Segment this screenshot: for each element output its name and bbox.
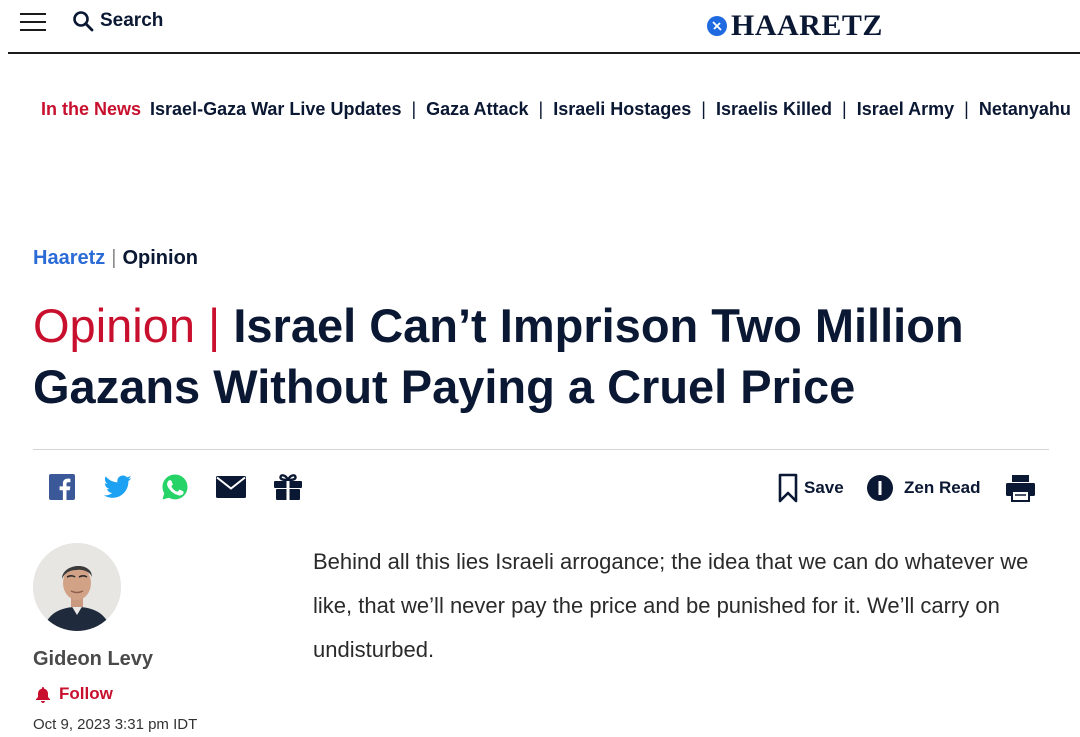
search-button[interactable]: Search — [72, 8, 163, 34]
news-link-israelis-killed[interactable]: Israelis Killed — [716, 99, 832, 120]
follow-label: Follow — [59, 684, 113, 703]
follow-button[interactable]: Follow — [35, 684, 113, 704]
zen-read-button[interactable]: Zen Read — [866, 472, 981, 504]
share-email-button[interactable] — [215, 472, 247, 502]
facebook-icon — [49, 474, 75, 500]
headline-divider — [33, 449, 1049, 450]
share-gift-button[interactable] — [272, 472, 304, 502]
article-body: Behind all this lies Israeli arrogance; … — [313, 549, 1029, 662]
print-button[interactable] — [1005, 472, 1036, 504]
share-facebook-button[interactable] — [46, 472, 78, 502]
in-the-news-label: In the News — [41, 99, 142, 119]
author-avatar[interactable] — [33, 543, 121, 631]
news-link-netanyahu[interactable]: Netanyahu — [979, 99, 1071, 120]
haaretz-logo-icon — [707, 16, 727, 36]
whatsapp-icon — [162, 474, 188, 500]
news-link-israel-army[interactable]: Israel Army — [857, 99, 954, 120]
headline-kicker: Opinion | — [33, 299, 221, 352]
bell-icon — [36, 686, 50, 703]
share-twitter-button[interactable] — [102, 472, 134, 502]
logo-text: HAARETZ — [731, 9, 883, 42]
breadcrumb: Haaretz | Opinion — [33, 247, 198, 270]
gift-icon — [274, 474, 302, 500]
twitter-icon — [104, 475, 132, 498]
news-separator: | — [842, 99, 847, 119]
save-label: Save — [804, 478, 844, 497]
news-link-gaza-attack[interactable]: Gaza Attack — [426, 99, 528, 120]
zen-read-label: Zen Read — [904, 478, 981, 497]
in-the-news-bar: In the News Israel-Gaza War Live Updates… — [41, 99, 1080, 120]
menu-icon[interactable] — [20, 11, 48, 33]
news-link-live-updates[interactable]: Israel-Gaza War Live Updates — [150, 99, 401, 120]
top-header: Search HAARETZ — [8, 0, 1080, 54]
article-headline: Opinion | Israel Can’t Imprison Two Mill… — [33, 295, 1063, 417]
publish-date: Oct 9, 2023 3:31 pm IDT — [33, 716, 198, 733]
bookmark-icon — [778, 473, 798, 503]
zen-read-icon — [867, 475, 893, 501]
breadcrumb-separator: | — [111, 247, 117, 269]
breadcrumb-section[interactable]: Opinion — [122, 247, 198, 270]
author-name[interactable]: Gideon Levy — [33, 648, 153, 671]
save-button[interactable]: Save — [778, 472, 844, 504]
news-separator: | — [701, 99, 706, 119]
share-whatsapp-button[interactable] — [159, 472, 191, 502]
news-separator: | — [964, 99, 969, 119]
search-label: Search — [100, 10, 164, 31]
search-icon — [73, 11, 94, 32]
news-separator: | — [538, 99, 544, 119]
news-separator: | — [411, 99, 417, 119]
haaretz-logo[interactable]: HAARETZ — [707, 9, 883, 42]
news-link-israeli-hostages[interactable]: Israeli Hostages — [553, 99, 691, 120]
breadcrumb-home[interactable]: Haaretz — [33, 247, 105, 270]
email-icon — [216, 476, 246, 498]
print-icon — [1006, 475, 1035, 502]
